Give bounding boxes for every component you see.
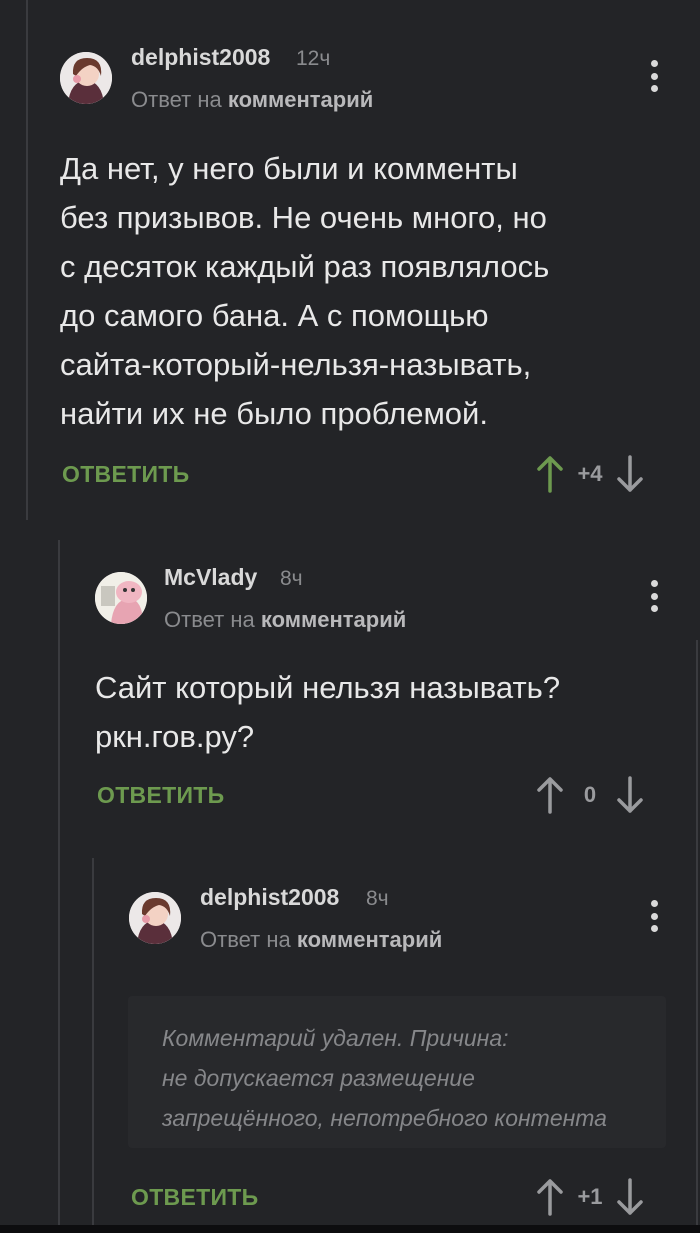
thread-line: [696, 640, 698, 1233]
comment-text: Да нет, у него были и комменты без призы…: [60, 151, 550, 431]
comment-time: 8ч: [280, 567, 303, 590]
comment: delphist2008 12ч Ответ на комментарий Да…: [0, 0, 700, 520]
kebab-menu-icon[interactable]: [642, 58, 666, 94]
vote-controls: +1: [535, 1177, 645, 1217]
vote-score: +4: [577, 461, 603, 486]
reply-to-line: Ответ на комментарий: [200, 927, 442, 953]
arrow-up-icon[interactable]: [535, 1177, 565, 1217]
vote-controls: 0: [535, 775, 645, 815]
avatar[interactable]: [129, 892, 181, 944]
vote-score: +1: [577, 1184, 603, 1209]
avatar[interactable]: [60, 52, 112, 104]
reply-button[interactable]: ОТВЕТИТЬ: [97, 782, 224, 809]
reply-prefix: Ответ на: [131, 87, 222, 112]
comment-text: Сайт который нельзя называть? ркн.гов.ру…: [95, 670, 561, 754]
arrow-up-icon[interactable]: [535, 775, 565, 815]
avatar[interactable]: [95, 572, 147, 624]
thread-line: [92, 858, 94, 1233]
comment-time: 12ч: [296, 47, 331, 70]
reply-target-link[interactable]: комментарий: [228, 87, 373, 112]
kebab-menu-icon[interactable]: [642, 578, 666, 614]
comment-thread: delphist2008 12ч Ответ на комментарий Да…: [0, 0, 700, 1233]
thread-line: [58, 540, 60, 1233]
reply-prefix: Ответ на: [200, 927, 291, 952]
arrow-down-icon[interactable]: [615, 775, 645, 815]
reply-target-link[interactable]: комментарий: [297, 927, 442, 952]
deleted-comment-notice: Комментарий удален. Причина: не допускае…: [128, 996, 666, 1148]
vote-score: 0: [583, 782, 597, 807]
comment-time: 8ч: [366, 887, 389, 910]
kebab-menu-icon[interactable]: [642, 898, 666, 934]
reply-to-line: Ответ на комментарий: [164, 607, 406, 633]
username[interactable]: McVlady: [164, 564, 257, 591]
arrow-down-icon[interactable]: [615, 454, 645, 494]
reply-to-line: Ответ на комментарий: [131, 87, 373, 113]
reply-button[interactable]: ОТВЕТИТЬ: [131, 1184, 258, 1211]
arrow-up-icon[interactable]: [535, 454, 565, 494]
reply-target-link[interactable]: комментарий: [261, 607, 406, 632]
username[interactable]: delphist2008: [200, 884, 339, 911]
username[interactable]: delphist2008: [131, 44, 270, 71]
bottom-edge: [0, 1225, 700, 1233]
reply-prefix: Ответ на: [164, 607, 255, 632]
reply-button[interactable]: ОТВЕТИТЬ: [62, 461, 189, 488]
vote-controls: +4: [535, 454, 645, 494]
deleted-reason-text: Комментарий удален. Причина: не допускае…: [162, 1025, 607, 1131]
arrow-down-icon[interactable]: [615, 1177, 645, 1217]
